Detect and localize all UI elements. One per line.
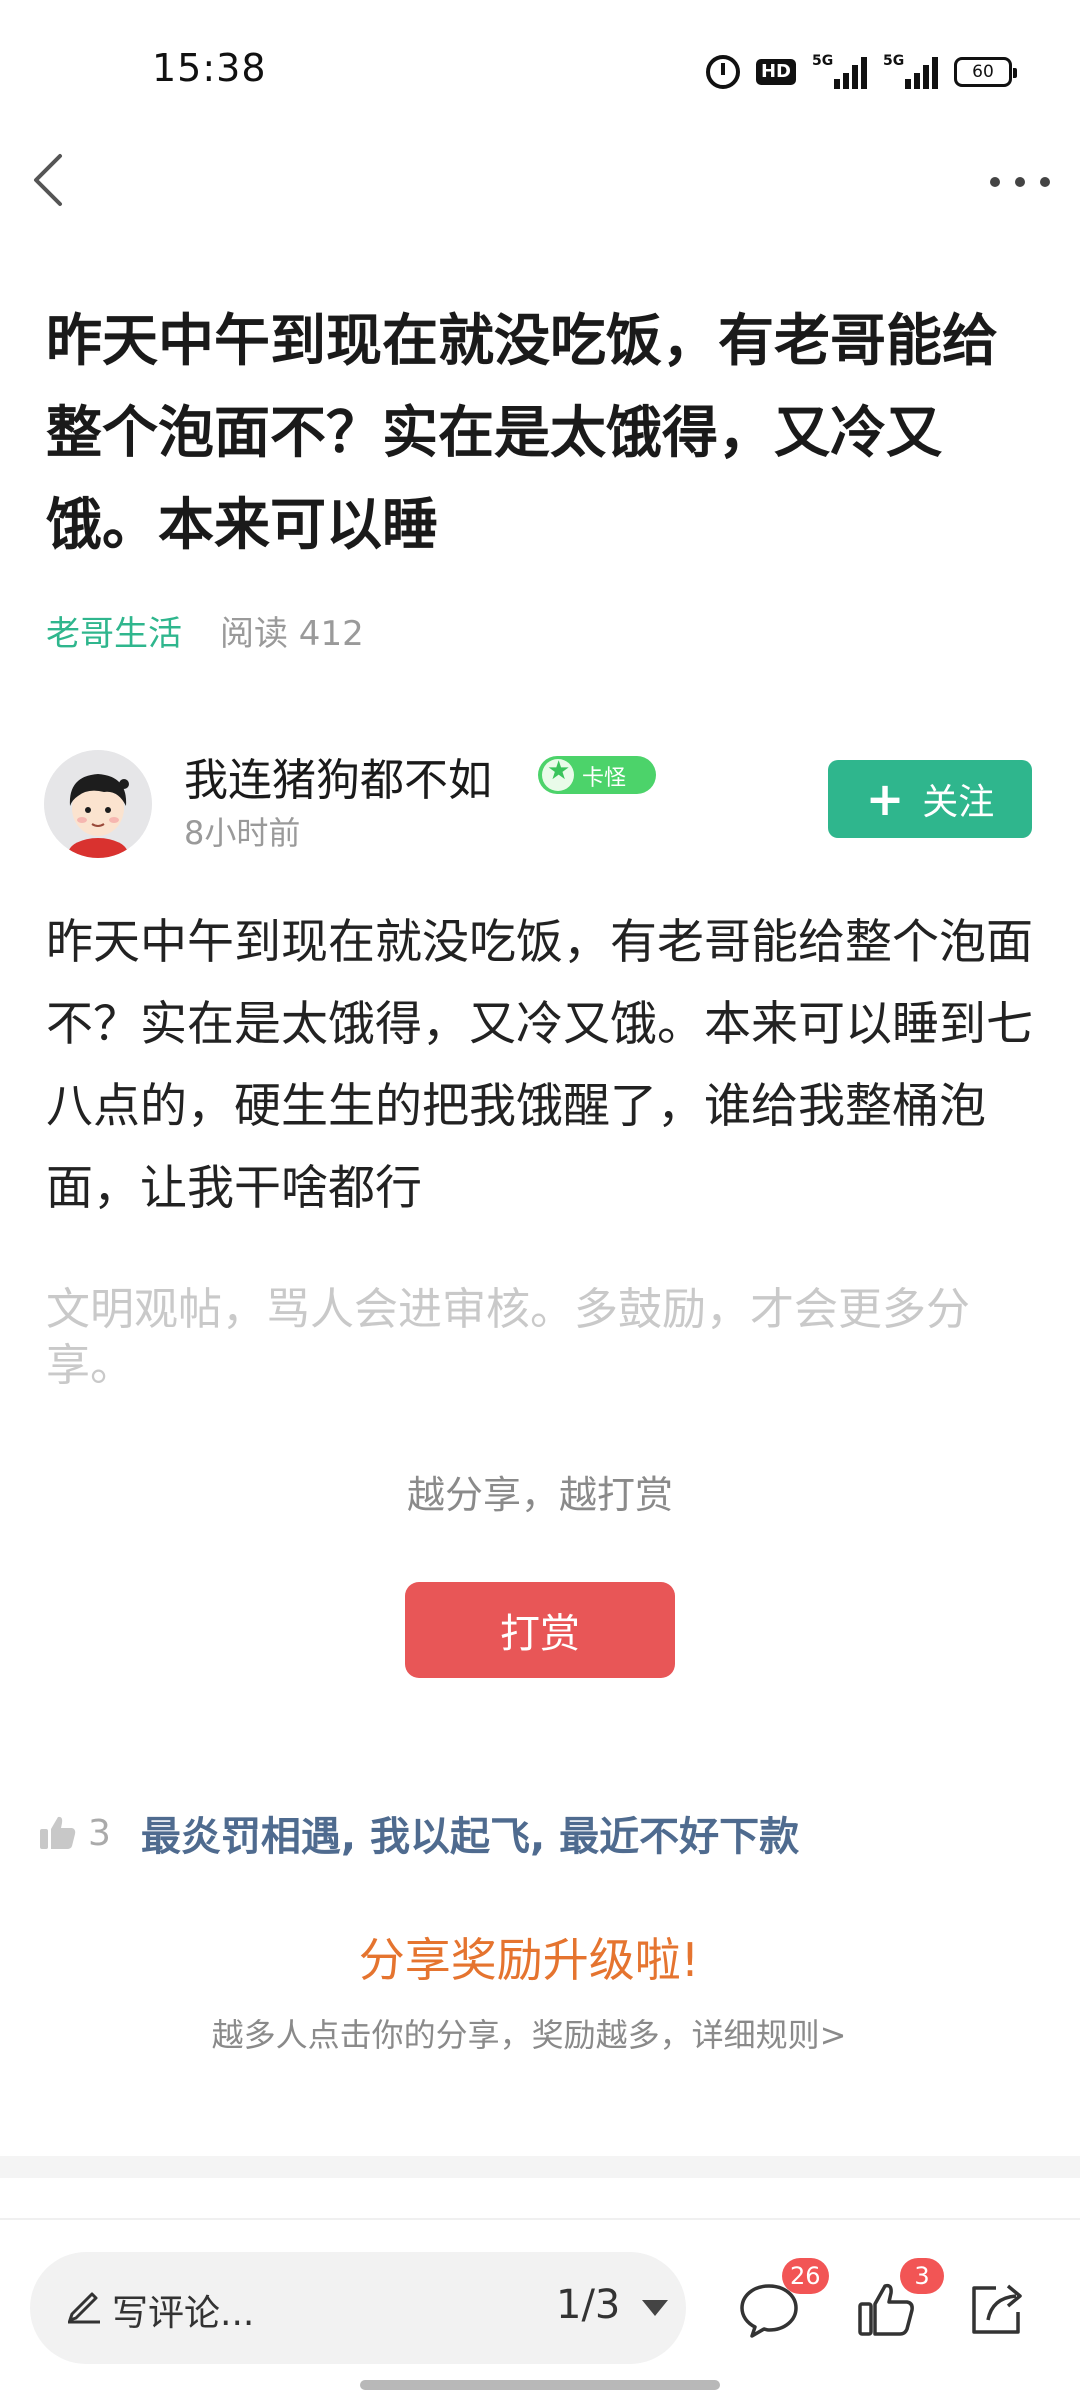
level-badge: 卡怪 bbox=[538, 756, 656, 794]
post-time: 8小时前 bbox=[184, 814, 301, 852]
status-bar: 15:38 HD 5G 5G 60 bbox=[0, 0, 1080, 140]
signal-icon-1: 5G bbox=[812, 53, 867, 89]
post-body: 昨天中午到现在就没吃饭，有老哥能给整个泡面不？实在是太饿得，又冷又饿。本来可以睡… bbox=[46, 915, 1033, 1216]
avatar[interactable] bbox=[44, 750, 152, 858]
share-reward-title[interactable]: 分享奖励升级啦! bbox=[0, 1924, 1058, 1990]
post-meta: 老哥生活 阅读 412 bbox=[46, 606, 364, 655]
comment-placeholder: 写评论... bbox=[112, 2293, 255, 2334]
signal-icon-2: 5G bbox=[883, 53, 938, 89]
home-indicator[interactable] bbox=[360, 2380, 720, 2390]
level-badge-label: 卡怪 bbox=[582, 766, 627, 791]
bottom-bar-divider bbox=[0, 2218, 1080, 2220]
page-indicator[interactable]: 1/3 bbox=[556, 2282, 620, 2328]
status-icons: HD 5G 5G 60 bbox=[705, 52, 1017, 92]
reward-button[interactable]: 打赏 bbox=[405, 1582, 675, 1678]
chevron-left-icon[interactable] bbox=[26, 150, 76, 210]
pen-icon bbox=[64, 2284, 104, 2324]
channel-link[interactable]: 老哥生活 bbox=[46, 606, 182, 655]
alarm-icon bbox=[705, 55, 740, 89]
section-divider bbox=[0, 2156, 1080, 2178]
liked-users[interactable]: 最炎罚相遇, 我以起飞, 最近不好下款 bbox=[141, 1804, 799, 1862]
post-title: 昨天中午到现在就没吃饭，有老哥能给整个泡面不？实在是太饿得，又冷又饿。本来可以睡 bbox=[46, 309, 998, 558]
like-count-badge: 3 bbox=[900, 2258, 944, 2294]
status-time: 15:38 bbox=[152, 46, 267, 90]
signal-2-label: 5G bbox=[883, 53, 905, 69]
star-icon bbox=[542, 756, 574, 791]
hd-voice-icon: HD bbox=[755, 59, 796, 85]
author-name[interactable]: 我连猪狗都不如 bbox=[184, 744, 492, 808]
share-reward-rules-link[interactable]: 越多人点击你的分享，奖励越多，详细规则> bbox=[0, 2010, 1058, 2056]
comment-input[interactable]: 写评论... 1/3 bbox=[30, 2252, 686, 2364]
share-tip: 越分享，越打赏 bbox=[406, 1473, 673, 1517]
thumbs-up-icon bbox=[38, 1813, 78, 1853]
share-icon[interactable] bbox=[966, 2278, 1028, 2340]
likes-row: 3 最炎罚相遇, 我以起飞, 最近不好下款 bbox=[38, 1804, 799, 1862]
read-count: 阅读 412 bbox=[220, 614, 364, 654]
battery-icon: 60 bbox=[954, 57, 1017, 87]
comment-count-badge: 26 bbox=[782, 2258, 829, 2294]
signal-1-label: 5G bbox=[812, 53, 834, 69]
follow-button[interactable]: + 关注 bbox=[828, 760, 1032, 838]
civility-note: 文明观帖，骂人会进审核。多鼓励，才会更多分享。 bbox=[46, 1284, 970, 1391]
caret-down-icon[interactable] bbox=[642, 2300, 668, 2316]
likes-count: 3 bbox=[88, 1812, 111, 1854]
plus-icon: + bbox=[865, 772, 905, 826]
follow-label: 关注 bbox=[922, 782, 995, 823]
more-horizontal-icon[interactable] bbox=[990, 162, 1050, 202]
